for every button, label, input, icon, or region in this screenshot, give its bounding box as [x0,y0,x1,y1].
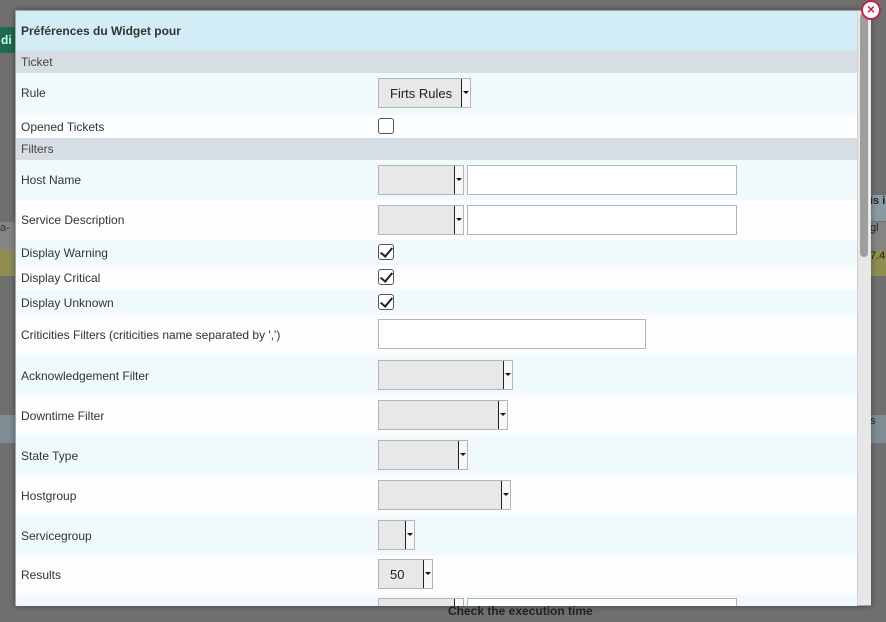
acknowledgement-filter-select[interactable] [378,360,513,390]
service-description-input[interactable] [467,205,737,235]
state-type-select[interactable] [378,440,468,470]
rule-select-value: Firts Rules [390,86,453,101]
display-unknown-label: Display Unknown [21,296,114,310]
close-icon[interactable]: × [861,0,881,20]
servicegroup-select[interactable] [378,520,415,550]
criticities-filters-input[interactable] [378,319,646,349]
section-ticket: Ticket [16,51,857,73]
state-type-label: State Type [21,449,79,463]
chevron-down-icon [501,481,510,509]
chevron-down-icon [498,401,507,429]
background-row-fragment: 7.4 [870,250,886,276]
hostgroup-select[interactable] [378,480,511,510]
host-name-input[interactable] [467,165,737,195]
section-ticket-label: Ticket [21,55,53,69]
opened-tickets-checkbox[interactable] [378,118,394,134]
results-label: Results [21,568,62,582]
display-warning-checkbox[interactable] [378,244,394,260]
host-name-operator-select[interactable] [378,165,464,195]
field-row-opened-tickets: Opened Tickets [16,115,857,138]
dialog-title: Préférences du Widget pour [16,11,857,51]
field-row-state-type: State Type [16,435,857,475]
section-filters-label: Filters [21,142,54,156]
chevron-down-icon [461,79,470,107]
field-row-display-unknown: Display Unknown [16,290,857,315]
downtime-filter-select[interactable] [378,400,508,430]
service-description-operator-select[interactable] [378,205,464,235]
partial-text-input[interactable] [467,598,737,606]
rule-select[interactable]: Firts Rules [378,78,471,108]
chevron-down-icon [454,206,463,234]
background-row-fragment: s [870,415,886,443]
field-row-service-description: Service Description [16,200,857,240]
background-row-fragment: a- [0,222,16,250]
chevron-down-icon [503,361,512,389]
display-critical-checkbox[interactable] [378,269,394,285]
field-row-host-name: Host Name [16,160,857,200]
chevron-down-icon [458,441,467,469]
widget-preferences-dialog: Préférences du Widget pour Ticket Rule F… [15,10,871,606]
field-row-partial [16,595,857,606]
host-name-label: Host Name [21,173,82,187]
acknowledgement-filter-label: Acknowledgement Filter [21,369,150,383]
opened-tickets-label: Opened Tickets [21,120,105,134]
field-row-criticities-filters: Criticities Filters (criticities name se… [16,315,857,355]
field-row-display-warning: Display Warning [16,240,857,265]
background-tab-text: di [1,33,12,47]
downtime-filter-label: Downtime Filter [21,409,105,423]
background-row-fragment [0,415,16,443]
chevron-down-icon [454,166,463,194]
field-row-acknowledgement-filter: Acknowledgement Filter [16,355,857,395]
field-row-servicegroup: Servicegroup [16,515,857,555]
field-row-results: Results 50 [16,555,857,595]
background-row-fragment: gl [870,222,886,250]
background-header-fragment: is i [870,195,886,221]
service-description-label: Service Description [21,213,125,227]
chevron-down-icon [405,521,414,549]
display-unknown-checkbox[interactable] [378,294,394,310]
dialog-content: Ticket Rule Firts Rules Opened Tickets F… [16,51,857,606]
chevron-down-icon [423,560,432,588]
field-row-display-critical: Display Critical [16,265,857,290]
chevron-down-icon [454,599,463,606]
field-row-rule: Rule Firts Rules [16,73,857,115]
partial-operator-select[interactable] [378,598,464,606]
background-execution-time-text: Check the execution time [448,604,593,618]
field-row-hostgroup: Hostgroup [16,475,857,515]
servicegroup-label: Servicegroup [21,529,92,543]
rule-label: Rule [21,86,46,100]
scrollbar-thumb[interactable] [860,13,868,257]
background-row-fragment [0,250,16,276]
display-warning-label: Display Warning [21,246,108,260]
section-filters: Filters [16,138,857,160]
dialog-scrollbar[interactable] [857,11,871,605]
display-critical-label: Display Critical [21,271,101,285]
results-select[interactable]: 50 [378,559,433,589]
field-row-downtime-filter: Downtime Filter [16,395,857,435]
hostgroup-label: Hostgroup [21,489,77,503]
results-select-value: 50 [390,567,405,582]
criticities-filters-label: Criticities Filters (criticities name se… [21,328,281,342]
